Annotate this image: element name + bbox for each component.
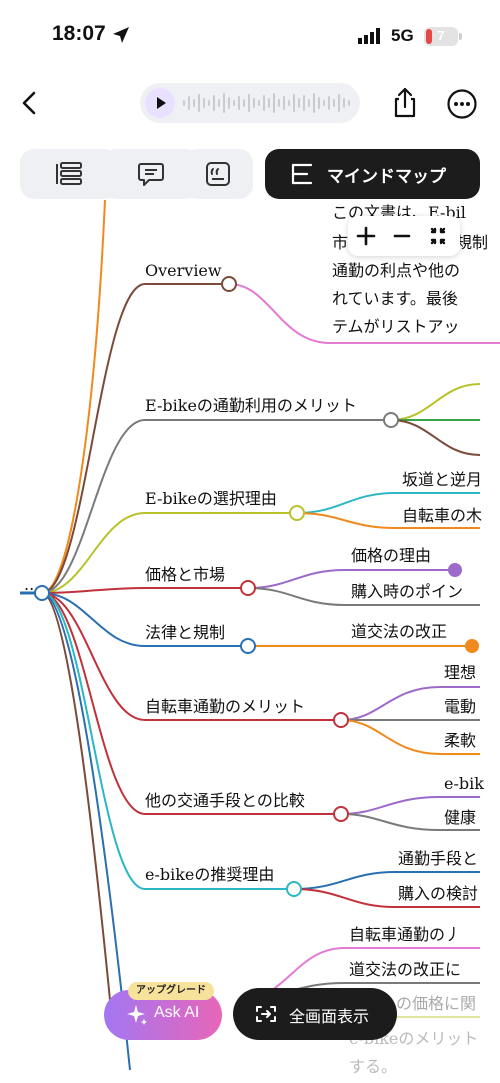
- subtopic[interactable]: 電動: [444, 697, 476, 716]
- topic-law-regulation[interactable]: 法律と規制: [145, 623, 225, 642]
- subtopic[interactable]: 坂道と逆月: [402, 470, 482, 489]
- subtopic[interactable]: の価格に関: [396, 994, 476, 1013]
- play-icon: [157, 97, 166, 109]
- topic-selection-reasons[interactable]: E-bikeの選択理由: [145, 489, 277, 508]
- root-node-label[interactable]: ..: [24, 575, 34, 594]
- network-type: 5G: [391, 26, 414, 45]
- ask-ai-label: Ask AI: [154, 1004, 200, 1021]
- audio-player[interactable]: [140, 83, 360, 123]
- fullscreen-label: 全画面表示: [289, 1007, 370, 1026]
- subtopic[interactable]: e-bik: [444, 774, 484, 793]
- mindmap-canvas[interactable]: .. この文書は、E-bil 市 規制 通勤の利点や他の れています。最後 テム…: [0, 200, 500, 1083]
- subtopic[interactable]: する。: [349, 1057, 397, 1076]
- subtopic[interactable]: 購入の検討: [398, 884, 478, 903]
- subtopic[interactable]: 健康: [444, 808, 476, 827]
- play-button[interactable]: [145, 88, 175, 118]
- share-icon[interactable]: [388, 86, 422, 120]
- summary-line: テムがリストアッ: [332, 317, 460, 336]
- more-options-icon[interactable]: [446, 88, 478, 120]
- zoom-out-icon[interactable]: [384, 216, 420, 256]
- waveform: [183, 93, 350, 113]
- topic-price-market[interactable]: 価格と市場: [145, 565, 225, 584]
- topic-bicycle-commute-merits[interactable]: 自転車通勤のメリット: [145, 697, 305, 716]
- summary-line: 市: [332, 233, 348, 252]
- subtopic[interactable]: 通勤手段と: [398, 849, 478, 868]
- fullscreen-button[interactable]: 全画面表示: [233, 988, 397, 1040]
- subtopic[interactable]: 柔軟: [444, 731, 476, 750]
- topic-overview[interactable]: Overview: [145, 261, 222, 280]
- topic-comparison[interactable]: 他の交通手段との比較: [145, 791, 305, 810]
- sparkle-icon: [127, 1005, 147, 1025]
- back-icon[interactable]: [14, 88, 44, 118]
- subtopic[interactable]: 道交法の改正に: [349, 960, 461, 979]
- list-icon: [56, 162, 82, 185]
- battery-tip: [459, 33, 462, 40]
- summary-line: 規制: [456, 233, 488, 252]
- tab-mindmap[interactable]: マインドマップ: [265, 149, 480, 199]
- summary-line: れています。最後: [332, 289, 458, 308]
- status-time: 18:07: [52, 22, 106, 45]
- quote-icon: [206, 162, 230, 186]
- summary-line: 通勤の利点や他の: [332, 261, 460, 280]
- topic-commute-merits[interactable]: E-bikeの通勤利用のメリット: [145, 396, 357, 415]
- subtopic[interactable]: 自転車通勤の丿: [349, 925, 461, 944]
- topic-recommendation[interactable]: e-bikeの推奨理由: [145, 865, 274, 884]
- subtopic[interactable]: 購入時のポイン: [351, 582, 463, 601]
- fullscreen-icon: [256, 1006, 276, 1022]
- tab-quotes[interactable]: [183, 149, 253, 199]
- subtopic[interactable]: 理想: [444, 663, 476, 682]
- location-arrow-icon: [113, 27, 129, 43]
- tab-mindmap-label: マインドマップ: [327, 167, 446, 187]
- zoom-controls: [348, 216, 460, 256]
- battery-level: 7: [437, 28, 445, 43]
- subtopic[interactable]: 価格の理由: [351, 546, 431, 565]
- signal-icon: [358, 28, 380, 44]
- fit-view-icon[interactable]: [420, 216, 456, 256]
- subtopic[interactable]: 道交法の改正: [351, 622, 447, 641]
- zoom-in-icon[interactable]: [348, 216, 384, 256]
- status-bar: 18:07 5G 7: [0, 0, 500, 74]
- mindmap-icon: [291, 163, 313, 185]
- upgrade-badge[interactable]: アップグレード: [128, 982, 214, 1000]
- subtopic[interactable]: 自転車の木: [402, 506, 482, 525]
- battery-icon: 7: [424, 27, 458, 46]
- chat-bubble-icon: [138, 163, 164, 186]
